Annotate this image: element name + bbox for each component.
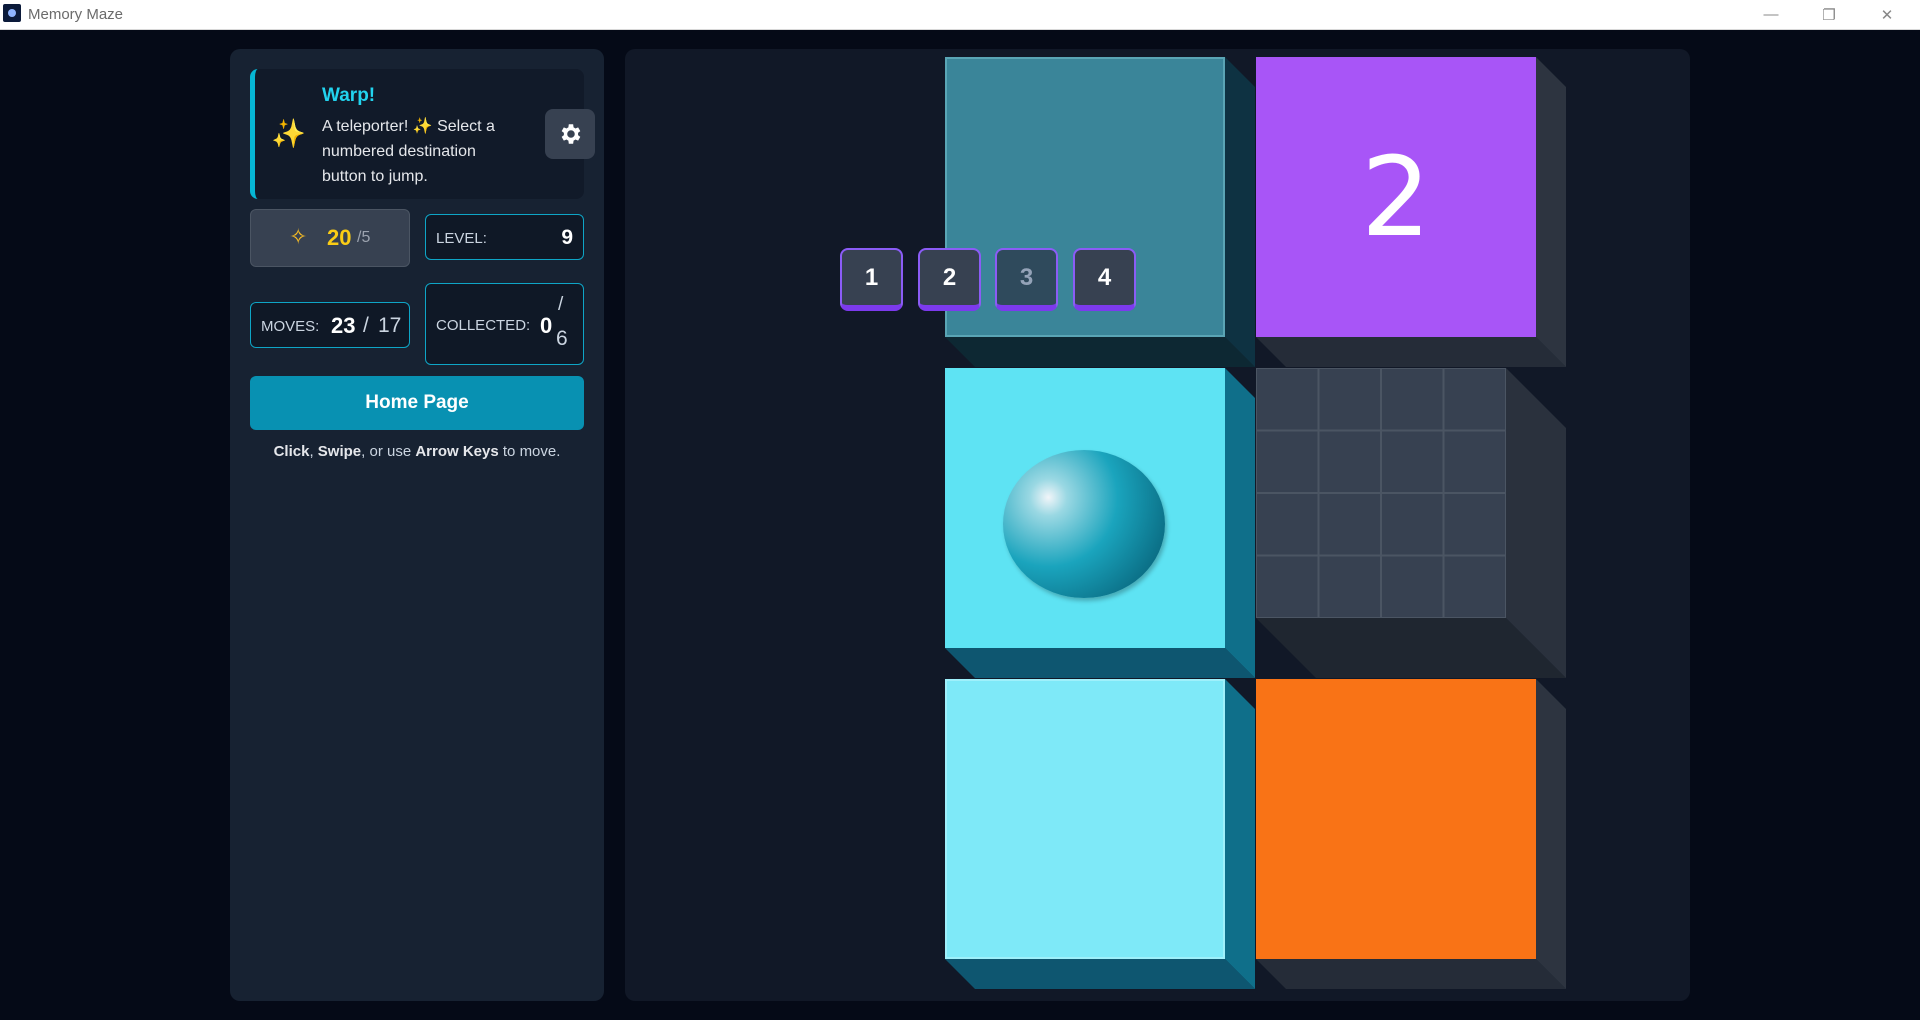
hint-sep2: , or use [361,443,416,460]
window-title: Memory Maze [28,6,124,23]
collected-label: COLLECTED: [436,317,531,334]
level-stat: LEVEL: 9 [425,214,584,260]
message-text: A teleporter! ✨ Select a numbered destin… [322,118,495,185]
destination-button-2[interactable]: 2 [918,248,981,311]
sparkles-icon: ✨ [271,118,306,149]
stars-value: 20 [327,225,352,250]
side-panel: ✨ Warp! A teleporter! ✨ Select a numbere… [230,49,604,1001]
home-page-button[interactable]: Home Page [250,376,584,430]
hint-click: Click [273,443,310,460]
moves-label: MOVES: [261,318,320,335]
window-titlebar: Memory Maze — ❐ ✕ [0,0,1920,30]
message-box: ✨ Warp! A teleporter! ✨ Select a numbere… [250,69,595,199]
maximize-button[interactable]: ❐ [1800,0,1858,29]
app-icon [3,4,21,22]
gear-icon [561,124,581,144]
moves-target: 17 [378,314,402,337]
empty-grid-tile[interactable] [1256,368,1506,618]
level-label: LEVEL: [436,230,487,247]
collected-stat: COLLECTED: 0 / 6 [425,283,584,365]
moves-separator: / [363,314,369,337]
orange-tile[interactable] [1256,679,1536,959]
hint-sep1: , [309,443,318,460]
controls-hint: Click, Swipe, or use Arrow Keys to move. [250,443,584,460]
destination-button-4[interactable]: 4 [1073,248,1136,311]
settings-button[interactable] [545,109,595,159]
tile-number: 2 [1361,133,1431,261]
light-cyan-tile[interactable] [945,679,1225,959]
collected-total: 6 [556,327,568,350]
close-button[interactable]: ✕ [1858,0,1916,29]
collected-separator: / [558,294,564,315]
stars-counter: ✧ 20 /5 [250,209,410,267]
level-value: 9 [561,226,573,249]
moves-stat: MOVES: 23 / 17 [250,302,410,348]
maze-board: 2 1 2 3 4 [625,49,1690,1001]
player-tile[interactable] [945,368,1225,648]
player-ball [1003,450,1165,598]
destination-button-1[interactable]: 1 [840,248,903,311]
message-title: Warp! [322,85,376,106]
destination-button-3[interactable]: 3 [995,248,1058,311]
sparkle-stars-icon: ✧ [289,224,308,249]
hint-sep3: to move. [498,443,561,460]
minimize-button[interactable]: — [1742,0,1800,29]
hint-arrow-keys: Arrow Keys [415,443,499,460]
stars-max: /5 [357,229,371,246]
collected-value: 0 [540,313,553,338]
numbered-tile[interactable]: 2 [1256,57,1536,337]
hint-swipe: Swipe [317,443,362,460]
moves-value: 23 [331,313,356,338]
